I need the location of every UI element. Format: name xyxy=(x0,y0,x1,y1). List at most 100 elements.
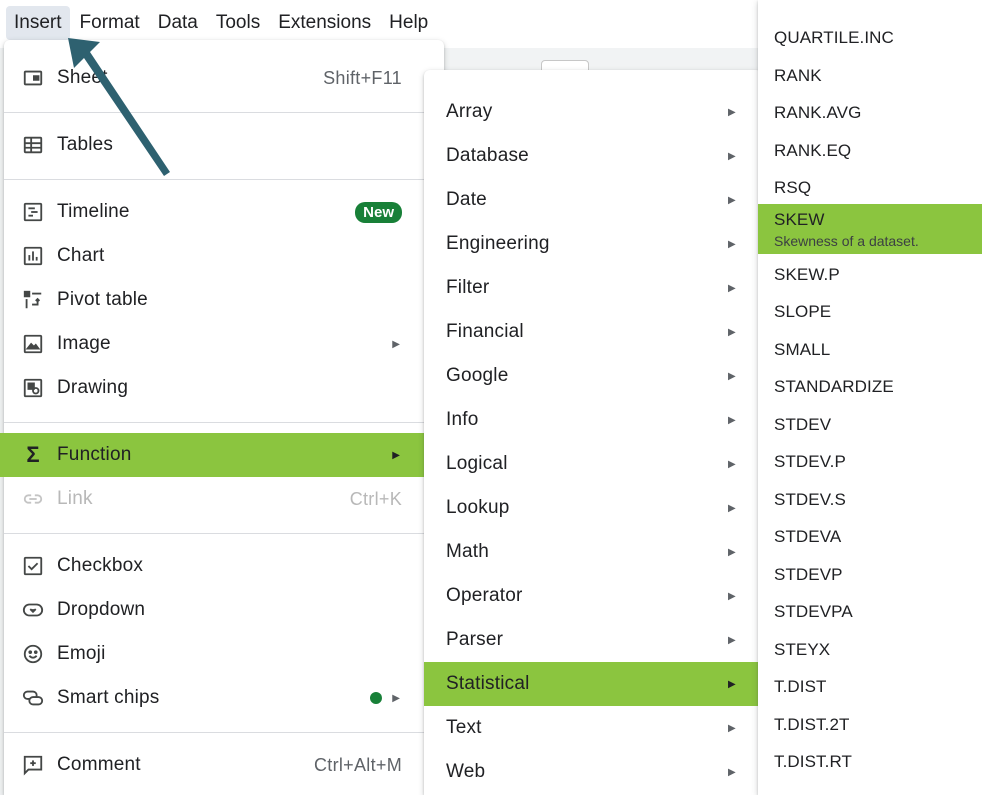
function-item[interactable]: STDEV xyxy=(758,406,984,443)
function-item[interactable]: T.DIST xyxy=(758,668,984,705)
menu-help[interactable]: Help xyxy=(381,6,436,40)
menu-divider xyxy=(4,732,444,733)
menu-data[interactable]: Data xyxy=(150,6,206,40)
function-category-statistical[interactable]: Statistical ▶ xyxy=(424,662,762,706)
insert-comment-item[interactable]: Comment Ctrl+Alt+M xyxy=(4,743,444,787)
submenu-arrow-icon: ▶ xyxy=(728,634,736,646)
function-item[interactable]: SMALL xyxy=(758,331,984,368)
insert-smart-chips-item[interactable]: Smart chips ▶ xyxy=(4,676,444,720)
menu-insert[interactable]: Insert xyxy=(6,6,70,40)
menu-divider xyxy=(4,533,444,534)
category-label: Array xyxy=(446,101,493,122)
function-item[interactable]: RANK.AVG xyxy=(758,94,984,131)
menu-divider xyxy=(4,179,444,180)
function-category-date[interactable]: Date ▶ xyxy=(424,178,762,222)
smart-chips-icon xyxy=(22,687,44,709)
function-name: STDEVP xyxy=(774,564,843,584)
function-category-operator[interactable]: Operator ▶ xyxy=(424,574,762,618)
insert-checkbox-label: Checkbox xyxy=(57,555,144,576)
function-item[interactable]: STDEV.S xyxy=(758,481,984,518)
function-item-skew[interactable]: SKEW Skewness of a dataset. xyxy=(758,204,982,254)
function-item[interactable]: T.DIST.RT xyxy=(758,743,984,780)
submenu-arrow-icon: ▶ xyxy=(728,414,736,426)
statistical-submenu: QUARTILE.INC RANK RANK.AVG RANK.EQ RSQ S… xyxy=(758,0,984,795)
category-label: Google xyxy=(446,365,509,386)
image-icon xyxy=(22,333,44,355)
submenu-arrow-icon: ▶ xyxy=(728,150,736,162)
checkbox-icon xyxy=(22,555,44,577)
function-item[interactable]: SKEW.P xyxy=(758,256,984,293)
function-name: SLOPE xyxy=(774,301,832,321)
function-category-lookup[interactable]: Lookup ▶ xyxy=(424,486,762,530)
insert-link-label: Link xyxy=(57,488,93,509)
insert-image-item[interactable]: Image ▶ xyxy=(4,322,444,366)
insert-chart-item[interactable]: Chart xyxy=(4,234,444,278)
function-category-parser[interactable]: Parser ▶ xyxy=(424,618,762,662)
function-name: STDEV xyxy=(774,414,832,434)
submenu-arrow-icon: ▶ xyxy=(728,238,736,250)
insert-emoji-item[interactable]: Emoji xyxy=(4,632,444,676)
insert-drawing-item[interactable]: Drawing xyxy=(4,366,444,410)
function-category-web[interactable]: Web ▶ xyxy=(424,750,762,794)
function-name: RANK.AVG xyxy=(774,102,862,122)
status-dot xyxy=(370,692,382,704)
category-label: Parser xyxy=(446,629,504,650)
function-item[interactable]: STDEVPA xyxy=(758,593,984,630)
category-label: Engineering xyxy=(446,233,550,254)
function-category-financial[interactable]: Financial ▶ xyxy=(424,310,762,354)
function-category-google[interactable]: Google ▶ xyxy=(424,354,762,398)
insert-menu: Sheet Shift+F11 Tables Timeline New Char… xyxy=(0,40,444,795)
category-label: Logical xyxy=(446,453,508,474)
function-item[interactable]: RANK.EQ xyxy=(758,132,984,169)
insert-sheet-label: Sheet xyxy=(57,67,108,88)
insert-function-item[interactable]: Σ Function ▶ xyxy=(0,433,424,477)
function-item[interactable]: RANK xyxy=(758,57,984,94)
insert-tables-item[interactable]: Tables xyxy=(4,123,444,167)
insert-dropdown-item[interactable]: Dropdown xyxy=(4,588,444,632)
function-item[interactable]: STDEV.P xyxy=(758,443,984,480)
submenu-arrow-icon: ▶ xyxy=(728,590,736,602)
function-name: T.DIST.RT xyxy=(774,751,853,771)
function-item[interactable]: RSQ xyxy=(758,169,984,206)
function-item[interactable]: STDEVA xyxy=(758,518,984,555)
function-name: STDEV.P xyxy=(774,451,846,471)
category-label: Operator xyxy=(446,585,523,606)
function-category-filter[interactable]: Filter ▶ xyxy=(424,266,762,310)
submenu-arrow-icon: ▶ xyxy=(728,546,736,558)
insert-timeline-item[interactable]: Timeline New xyxy=(4,190,444,234)
function-name: STDEV.S xyxy=(774,489,846,509)
function-category-array[interactable]: Array ▶ xyxy=(424,90,762,134)
function-category-database[interactable]: Database ▶ xyxy=(424,134,762,178)
menu-tools[interactable]: Tools xyxy=(208,6,268,40)
function-name: STDEVA xyxy=(774,526,842,546)
submenu-arrow-icon: ▶ xyxy=(728,502,736,514)
menu-format[interactable]: Format xyxy=(72,6,148,40)
function-category-text[interactable]: Text ▶ xyxy=(424,706,762,750)
insert-image-label: Image xyxy=(57,333,111,354)
insert-checkbox-item[interactable]: Checkbox xyxy=(4,544,444,588)
submenu-arrow-icon: ▶ xyxy=(728,326,736,338)
function-description: Skewness of a dataset. xyxy=(774,233,919,249)
function-name: SKEW xyxy=(774,210,825,229)
function-item[interactable]: STEYX xyxy=(758,631,984,668)
insert-sheet-item[interactable]: Sheet Shift+F11 xyxy=(4,56,444,100)
menu-divider xyxy=(4,112,444,113)
insert-link-shortcut: Ctrl+K xyxy=(349,488,402,509)
submenu-arrow-icon: ▶ xyxy=(728,458,736,470)
function-category-logical[interactable]: Logical ▶ xyxy=(424,442,762,486)
function-name: SKEW.P xyxy=(774,264,840,284)
function-category-engineering[interactable]: Engineering ▶ xyxy=(424,222,762,266)
function-item[interactable]: STDEVP xyxy=(758,556,984,593)
insert-tables-label: Tables xyxy=(57,134,114,155)
function-name: RSQ xyxy=(774,177,812,197)
insert-pivot-table-item[interactable]: Pivot table xyxy=(4,278,444,322)
category-label: Database xyxy=(446,145,529,166)
function-category-info[interactable]: Info ▶ xyxy=(424,398,762,442)
function-item[interactable]: T.DIST.2T xyxy=(758,706,984,743)
function-category-math[interactable]: Math ▶ xyxy=(424,530,762,574)
menu-extensions[interactable]: Extensions xyxy=(270,6,379,40)
dropdown-icon xyxy=(22,599,44,621)
function-item[interactable]: SLOPE xyxy=(758,293,984,330)
function-item[interactable]: STANDARDIZE xyxy=(758,368,984,405)
function-item[interactable]: QUARTILE.INC xyxy=(758,19,984,56)
